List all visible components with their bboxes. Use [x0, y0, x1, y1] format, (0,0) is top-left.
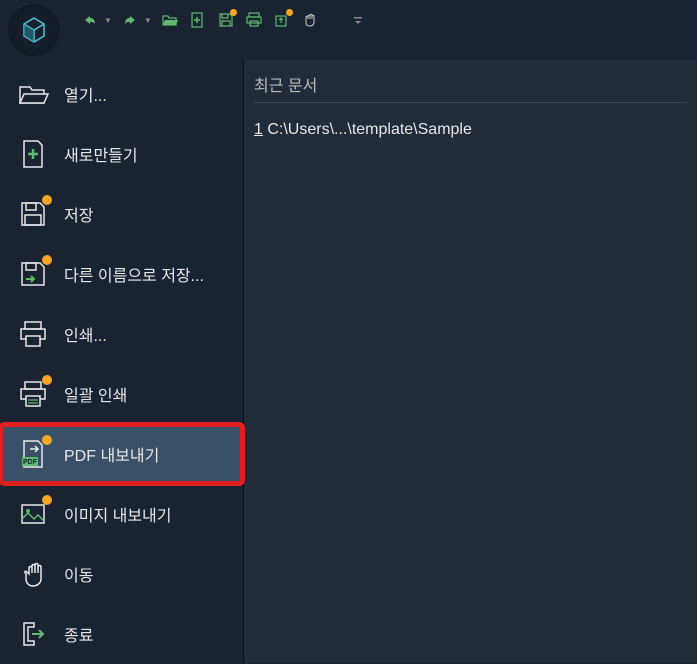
save-toolbar-button[interactable] [216, 10, 236, 30]
redo-button[interactable] [120, 10, 140, 30]
menu-item-batch-print[interactable]: 일괄 인쇄 [0, 364, 243, 424]
pan-toolbar-button[interactable] [300, 10, 320, 30]
toolbar-buttons: ▼ ▼ [80, 10, 368, 30]
recent-item-path: C:\Users\...\template\Sample [267, 121, 472, 138]
menu-item-move[interactable]: 이동 [0, 544, 243, 604]
menu-label: 다른 이름으로 저장... [64, 262, 204, 286]
publish-toolbar-button[interactable] [272, 10, 292, 30]
menu-label: 이미지 내보내기 [64, 502, 172, 526]
print-icon [245, 11, 263, 29]
menu-item-save[interactable]: 저장 [0, 184, 243, 244]
exit-icon [16, 617, 50, 651]
menu-label: 열기... [64, 82, 107, 106]
undo-icon [82, 12, 98, 28]
badge-icon [42, 195, 52, 205]
undo-button[interactable] [80, 10, 100, 30]
more-toolbar-button[interactable] [348, 10, 368, 30]
batch-print-icon [16, 377, 50, 411]
menu-item-pdf-export[interactable]: PDF PDF 내보내기 [0, 424, 243, 484]
recent-documents-panel: 최근 문서 1 C:\Users\...\template\Sample [244, 60, 697, 663]
menu-label: 일괄 인쇄 [64, 382, 127, 406]
folder-open-icon [16, 77, 50, 111]
main-toolbar: ▼ ▼ [0, 0, 697, 60]
main-container: 열기... 새로만들기 저장 다른 이름으로 저장... [0, 60, 697, 663]
print-toolbar-button[interactable] [244, 10, 264, 30]
image-export-icon [16, 497, 50, 531]
menu-label: PDF 내보내기 [64, 442, 159, 466]
folder-open-icon [161, 11, 179, 29]
more-icon [352, 14, 364, 26]
badge-icon [42, 375, 52, 385]
file-new-icon [16, 137, 50, 171]
cube-logo-icon [18, 14, 50, 46]
recent-document-item[interactable]: 1 C:\Users\...\template\Sample [254, 117, 687, 143]
open-toolbar-button[interactable] [160, 10, 180, 30]
menu-item-print[interactable]: 인쇄... [0, 304, 243, 364]
redo-dropdown-icon[interactable]: ▼ [144, 16, 152, 25]
menu-item-image-export[interactable]: 이미지 내보내기 [0, 484, 243, 544]
badge-icon [42, 255, 52, 265]
redo-icon [122, 12, 138, 28]
hand-icon [301, 11, 319, 29]
menu-item-exit[interactable]: 종료 [0, 604, 243, 664]
badge-icon [42, 435, 52, 445]
hand-icon [16, 557, 50, 591]
file-menu-panel: 열기... 새로만들기 저장 다른 이름으로 저장... [0, 60, 244, 663]
svg-text:PDF: PDF [23, 459, 38, 466]
undo-dropdown-icon[interactable]: ▼ [104, 16, 112, 25]
recent-item-number: 1 [254, 121, 263, 138]
file-new-icon [189, 11, 207, 29]
menu-label: 새로만들기 [64, 142, 138, 166]
menu-label: 인쇄... [64, 322, 107, 346]
recent-header: 최근 문서 [254, 72, 687, 103]
menu-item-open[interactable]: 열기... [0, 64, 243, 124]
menu-item-new[interactable]: 새로만들기 [0, 124, 243, 184]
menu-label: 저장 [64, 202, 93, 226]
menu-label: 이동 [64, 562, 93, 586]
save-as-icon [16, 257, 50, 291]
pdf-export-icon: PDF [16, 437, 50, 471]
menu-item-save-as[interactable]: 다른 이름으로 저장... [0, 244, 243, 304]
app-logo[interactable] [8, 4, 60, 56]
new-toolbar-button[interactable] [188, 10, 208, 30]
save-icon [16, 197, 50, 231]
menu-label: 종료 [64, 622, 93, 646]
print-icon [16, 317, 50, 351]
badge-icon [42, 495, 52, 505]
